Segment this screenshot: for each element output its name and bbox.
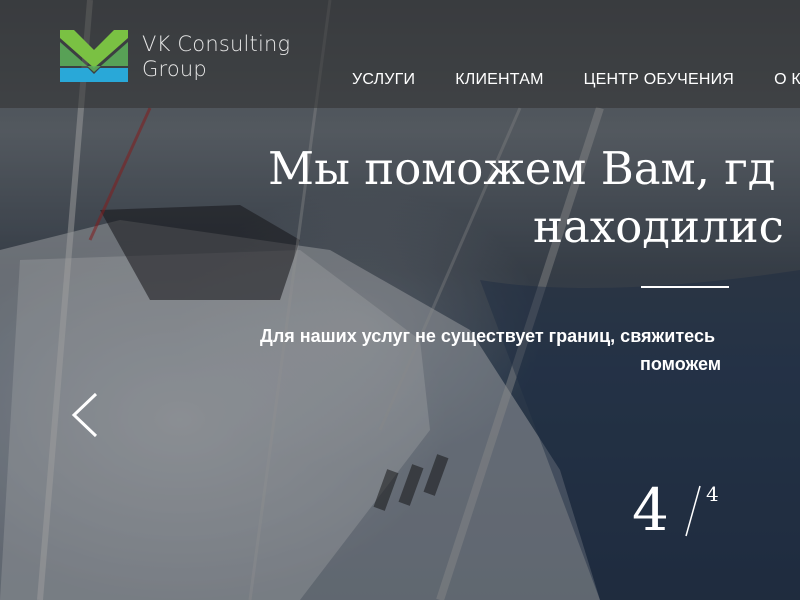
hero-divider: [641, 286, 729, 288]
nav-item-training-center[interactable]: ЦЕНТР ОБУЧЕНИЯ: [584, 71, 734, 88]
chevron-left-icon[interactable]: [70, 392, 100, 438]
site-header: VK Consulting Group УСЛУГИ КЛИЕНТАМ ЦЕНТР …: [0, 0, 800, 108]
hero-headline: Мы поможем Вам, гд находилис: [268, 140, 800, 256]
hero-subtitle-line1: Для наших услуг не существует границ, св…: [260, 326, 716, 346]
slide-total: 4: [706, 482, 719, 506]
hero-subtitle-line2: поможем: [640, 354, 722, 374]
logo-text: VK Consulting Group: [142, 32, 290, 82]
logo-text-line2: Group: [142, 57, 207, 81]
logo-mark-icon: [60, 30, 128, 82]
nav-item-about[interactable]: О К: [774, 71, 800, 88]
logo-text-line1: VK Consulting: [142, 32, 291, 56]
hero-headline-line2: находилис: [533, 200, 784, 253]
hero-headline-line1: Мы поможем Вам, гд: [268, 142, 776, 195]
nav-item-services[interactable]: УСЛУГИ: [352, 71, 415, 88]
slash-divider: [685, 485, 701, 537]
nav-item-clients[interactable]: КЛИЕНТАМ: [455, 71, 543, 88]
slide-current: 4: [632, 476, 669, 544]
logo[interactable]: VK Consulting Group: [60, 28, 310, 88]
main-nav: УСЛУГИ КЛИЕНТАМ ЦЕНТР ОБУЧЕНИЯ О К: [352, 71, 800, 89]
hero-subtitle: Для наших услуг не существует границ, св…: [260, 322, 721, 378]
